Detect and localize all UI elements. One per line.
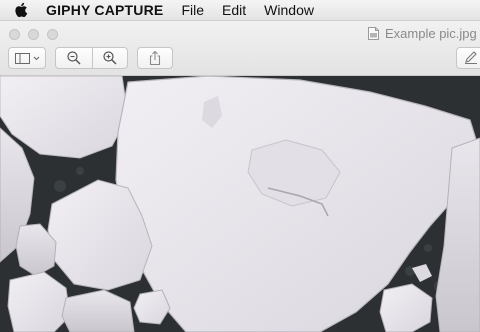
document-title-text: Example pic.jpg xyxy=(385,26,477,41)
file-menu[interactable]: File xyxy=(181,0,204,20)
apple-logo-icon[interactable] xyxy=(14,2,28,18)
zoom-in-icon xyxy=(103,51,117,65)
share-button[interactable] xyxy=(137,47,173,69)
zoom-out-button[interactable] xyxy=(55,47,93,69)
zoom-out-icon xyxy=(67,51,81,65)
sidebar-view-button[interactable] xyxy=(8,47,46,69)
preview-window: Example pic.jpg xyxy=(0,21,480,332)
zoom-in-button[interactable] xyxy=(92,47,128,69)
sidebar-icon xyxy=(15,53,40,64)
close-button[interactable] xyxy=(9,29,20,40)
window-menu[interactable]: Window xyxy=(264,0,314,20)
image-canvas[interactable] xyxy=(0,76,480,332)
edit-menu[interactable]: Edit xyxy=(222,0,246,20)
minimize-button[interactable] xyxy=(28,29,39,40)
zoom-button[interactable] xyxy=(47,29,58,40)
menu-bar: GIPHY CAPTURE File Edit Window xyxy=(0,0,480,21)
share-icon xyxy=(149,50,161,66)
pencil-icon xyxy=(465,51,477,64)
title-bar: Example pic.jpg xyxy=(0,21,480,76)
app-menu[interactable]: GIPHY CAPTURE xyxy=(46,0,163,20)
jpg-file-icon xyxy=(368,27,379,40)
ice-floes-photo xyxy=(0,76,480,332)
document-title: Example pic.jpg xyxy=(368,26,477,41)
markup-button[interactable] xyxy=(456,47,480,69)
